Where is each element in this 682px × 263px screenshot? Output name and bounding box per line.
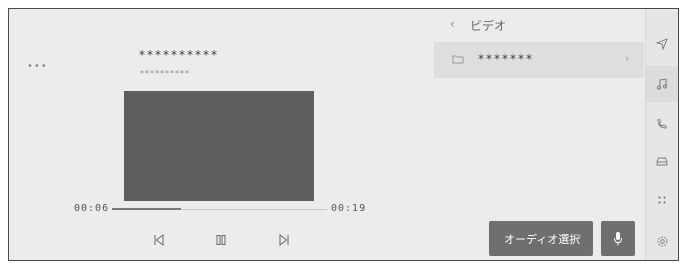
chevron-right-icon: ›: [625, 52, 630, 65]
pause-button[interactable]: [211, 231, 231, 249]
pause-icon: [216, 235, 226, 245]
previous-button[interactable]: [149, 231, 169, 249]
audio-select-button[interactable]: オーディオ選択 =: [489, 221, 593, 256]
skip-previous-icon: [154, 234, 164, 246]
more-options-button[interactable]: •••: [27, 61, 48, 72]
player-panel: ••• ********** ********** 00:06 00:19: [9, 9, 434, 260]
audio-select-label: オーディオ選択: [504, 233, 581, 246]
voice-button[interactable]: [601, 221, 635, 256]
progress-fill: [112, 208, 181, 210]
folder-name: *******: [478, 52, 534, 66]
navigation-icon[interactable]: [654, 36, 670, 52]
car-icon[interactable]: [654, 153, 670, 169]
side-rail: [645, 9, 678, 260]
current-time: 00:06: [74, 203, 110, 214]
skip-next-icon: [279, 234, 289, 246]
video-view[interactable]: [124, 91, 314, 201]
next-button[interactable]: [274, 231, 294, 249]
folder-icon: [452, 55, 464, 64]
phone-icon[interactable]: [654, 116, 670, 132]
breadcrumb: ビデオ: [470, 19, 507, 33]
track-title: **********: [139, 48, 219, 62]
apps-icon[interactable]: [654, 192, 670, 208]
music-icon[interactable]: [654, 76, 670, 92]
duration-time: 00:19: [331, 203, 367, 214]
mic-icon: [614, 231, 622, 245]
folder-list-item[interactable]: ******* ›: [434, 42, 644, 78]
progress-bar[interactable]: [112, 208, 327, 210]
back-button[interactable]: ‹: [450, 17, 455, 31]
browser-panel: ‹ ビデオ ******* › オーディオ選択 =: [434, 9, 674, 260]
audio-select-indicator: =: [574, 231, 583, 242]
settings-icon[interactable]: [654, 233, 670, 249]
media-screen: ••• ********** ********** 00:06 00:19 ‹ …: [8, 8, 679, 261]
track-subtitle: **********: [140, 69, 190, 78]
